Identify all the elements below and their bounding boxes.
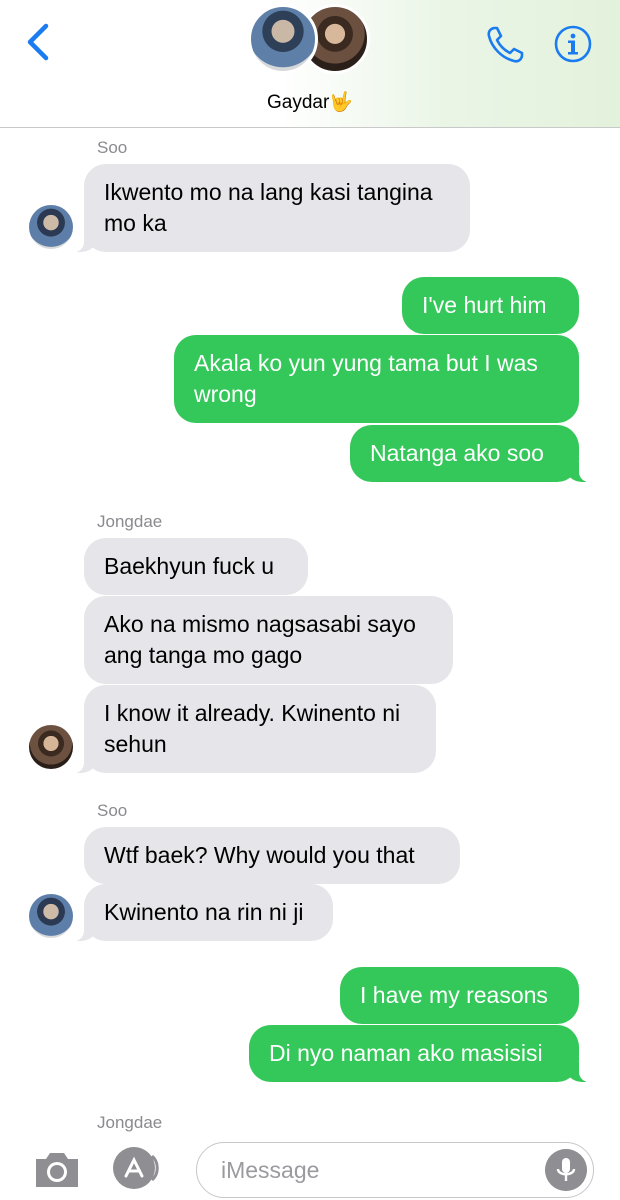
outgoing-message[interactable]: Akala ko yun yung tama but I was wrong <box>174 335 579 423</box>
incoming-message[interactable]: Baekhyun fuck u <box>84 538 308 595</box>
incoming-message[interactable]: Ako na mismo nagsasabi sayo ang tanga mo… <box>84 596 453 684</box>
incoming-message[interactable]: Wtf baek? Why would you that <box>84 827 460 884</box>
outgoing-message[interactable]: I've hurt him <box>402 277 579 334</box>
avatar <box>248 4 318 74</box>
incoming-message[interactable]: Kwinento na rin ni ji <box>58 884 333 941</box>
sender-name: Jongdae <box>97 512 163 531</box>
message-composer: iMessage <box>0 1138 620 1200</box>
outgoing-message[interactable]: I have my reasons <box>340 967 579 1024</box>
sender-name: Soo <box>97 138 128 157</box>
avatar[interactable] <box>29 894 73 938</box>
incoming-message[interactable]: Ikwento mo na lang kasi tangina mo ka <box>58 164 470 252</box>
message-input-placeholder: iMessage <box>221 1157 320 1183</box>
conversation-header: Gaydar🤟 <box>0 0 620 128</box>
outgoing-message[interactable]: Di nyo naman ako masisisi <box>249 1025 605 1082</box>
incoming-message[interactable]: I know it already. Kwinento ni sehun <box>58 685 436 773</box>
app-store-icon[interactable] <box>112 1146 160 1190</box>
message-input[interactable]: iMessage <box>196 1142 594 1198</box>
phone-icon[interactable] <box>484 24 526 66</box>
group-avatars[interactable] <box>248 4 372 76</box>
conversation-title[interactable]: Gaydar🤟 <box>0 90 620 114</box>
sender-name: Soo <box>97 801 128 820</box>
outgoing-message[interactable]: Natanga ako soo <box>350 425 605 482</box>
camera-icon[interactable] <box>32 1149 82 1189</box>
avatar[interactable] <box>29 725 73 769</box>
microphone-icon[interactable] <box>545 1149 587 1191</box>
avatar[interactable] <box>29 205 73 249</box>
info-icon[interactable] <box>554 25 592 63</box>
sender-name: Jongdae <box>97 1113 163 1132</box>
chevron-left-icon[interactable] <box>22 22 54 62</box>
